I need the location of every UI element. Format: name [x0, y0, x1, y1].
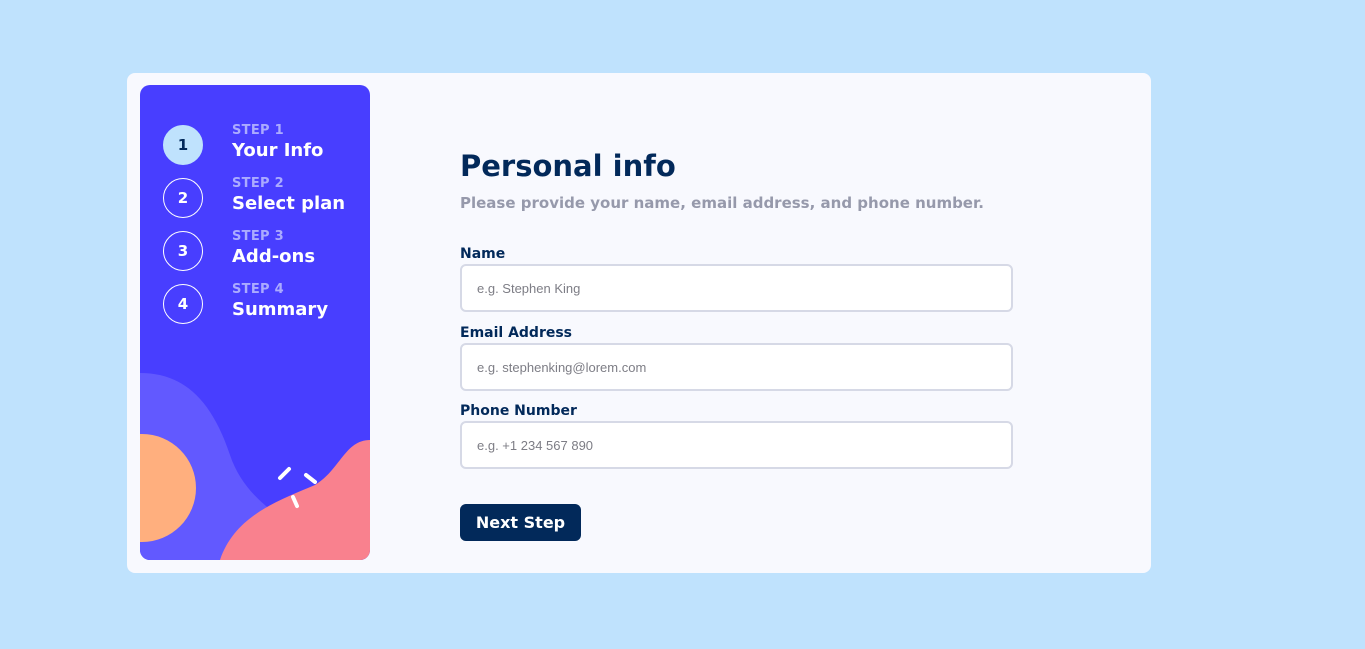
form-main: Personal info Please provide your name, … — [460, 73, 1020, 573]
step-number-badge: 2 — [163, 178, 203, 218]
step-label: STEP 2 — [232, 176, 285, 191]
step-number-badge: 1 — [163, 125, 203, 165]
step-title: Your Info — [232, 140, 324, 161]
step-3[interactable]: 3 STEP 3 Add-ons — [163, 229, 363, 271]
name-label: Name — [460, 246, 506, 262]
step-title: Select plan — [232, 193, 346, 214]
form-card: 1 STEP 1 Your Info 2 STEP 2 Select plan … — [127, 73, 1151, 573]
step-title: Summary — [232, 299, 329, 320]
step-1[interactable]: 1 STEP 1 Your Info — [163, 123, 363, 165]
step-4[interactable]: 4 STEP 4 Summary — [163, 282, 363, 324]
step-number-badge: 3 — [163, 231, 203, 271]
page-title: Personal info — [460, 149, 676, 183]
phone-input[interactable] — [460, 421, 1013, 469]
next-step-button[interactable]: Next Step — [460, 504, 581, 541]
step-label: STEP 3 — [232, 229, 285, 244]
step-number-badge: 4 — [163, 284, 203, 324]
steps-sidebar: 1 STEP 1 Your Info 2 STEP 2 Select plan … — [140, 85, 370, 560]
step-label: STEP 1 — [232, 123, 285, 138]
page-subtitle: Please provide your name, email address,… — [460, 194, 984, 212]
step-2[interactable]: 2 STEP 2 Select plan — [163, 176, 363, 218]
name-input[interactable] — [460, 264, 1013, 312]
step-title: Add-ons — [232, 246, 316, 267]
email-label: Email Address — [460, 325, 573, 341]
phone-label: Phone Number — [460, 403, 577, 419]
email-input[interactable] — [460, 343, 1013, 391]
step-label: STEP 4 — [232, 282, 285, 297]
